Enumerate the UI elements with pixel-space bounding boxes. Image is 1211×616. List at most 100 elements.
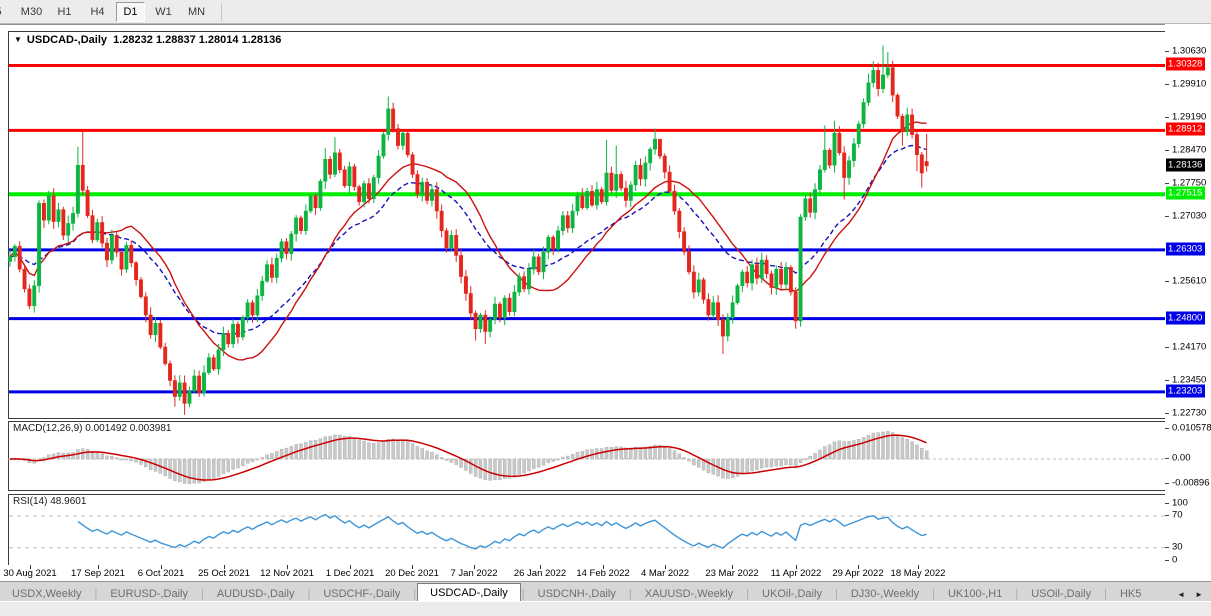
status-bar (0, 601, 1211, 616)
tab-separator: | (307, 588, 311, 600)
rsi-title: RSI(14) 48.9601 (13, 496, 86, 507)
chart-tab-usdchf-daily[interactable]: USDCHF-,Daily (311, 585, 412, 602)
chart-tab-usdx-weekly[interactable]: USDX,Weekly (0, 585, 93, 602)
level-price-badge: 1.23203 (1166, 384, 1206, 398)
timeframe-toolbar: 5M30H1H4D1W1MN (0, 0, 1211, 24)
timeframe-button-w1[interactable]: W1 (149, 2, 178, 22)
price-axis: 1.30630 1.29910 1.29190 1.28470 1.27750 1.270… (1165, 24, 1211, 581)
chart-tab-audusd-daily[interactable]: AUDUSD-,Daily (205, 585, 307, 602)
chart-tab-usdcnh-daily[interactable]: USDCNH-,Daily (526, 585, 628, 602)
price-tick-dash (1165, 379, 1169, 381)
macd-axis-label: -0.00896 (1172, 477, 1210, 489)
rsi-axis-label: 70 (1172, 509, 1183, 521)
tab-separator: | (834, 588, 838, 600)
price-tick-label: 1.22730 (1172, 407, 1207, 418)
macd-axis-label: 0.010578 (1172, 422, 1211, 434)
chart-tab-hk5[interactable]: HK5 (1108, 585, 1153, 602)
price-tick-label: 1.24170 (1172, 341, 1207, 353)
price-tick-dash (1165, 346, 1169, 348)
date-label: 17 Sep 2021 (71, 568, 125, 579)
price-tick-label: 1.25610 (1172, 275, 1207, 287)
price-tick-dash (1165, 503, 1169, 504)
date-label: 18 May 2022 (890, 568, 946, 579)
chart-tab-uk100-h1[interactable]: UK100-,H1 (936, 585, 1014, 602)
price-tick-label: 1.29910 (1172, 78, 1207, 90)
macd-axis-label: 0.00 (1172, 452, 1191, 464)
tab-separator: | (94, 588, 98, 600)
tab-separator: | (413, 588, 417, 600)
symbol-dropdown-icon[interactable]: ▼ (14, 35, 22, 44)
macd-panel[interactable]: MACD(12,26,9) 0.001492 0.003981 (8, 421, 1166, 491)
date-label: 29 Apr 2022 (832, 568, 884, 579)
level-price-badge: 1.26303 (1166, 242, 1206, 256)
tab-separator: | (1015, 588, 1019, 600)
date-label: 23 Mar 2022 (705, 568, 759, 579)
chart-tab-ukoil-daily[interactable]: UKOil-,Daily (750, 585, 834, 602)
tab-separator: | (746, 588, 750, 600)
chart-window: ▼ USDCAD-,Daily 1.28232 1.28837 1.28014 1… (0, 24, 1211, 616)
date-label: 6 Oct 2021 (137, 568, 185, 579)
price-tick-dash (1165, 215, 1169, 217)
price-tick-dash (1165, 182, 1169, 184)
macd-label: MACD(12,26,9) (13, 423, 83, 434)
price-tick-dash (1165, 560, 1169, 561)
price-tick-label: 1.27030 (1172, 210, 1207, 222)
tab-separator: | (521, 588, 525, 600)
price-tick-dash (1165, 83, 1169, 85)
chart-tab-usoil-daily[interactable]: USOil-,Daily (1019, 585, 1103, 602)
date-label: 12 Nov 2021 (260, 568, 314, 579)
price-tick-label: 1.30630 (1172, 45, 1207, 57)
chart-title: ▼ USDCAD-,Daily 1.28232 1.28837 1.28014 1… (14, 34, 281, 46)
rsi-value: 48.9601 (50, 496, 87, 507)
chart-tabs-bar: USDX,Weekly | EURUSD-,Daily | AUDUSD-,Daily |… (0, 581, 1211, 602)
rsi-axis-label: 100 (1172, 497, 1188, 509)
tab-separator: | (200, 588, 204, 600)
price-tick-label: 1.29190 (1172, 111, 1207, 123)
rsi-panel[interactable]: RSI(14) 48.9601 (8, 494, 1166, 566)
timeframe-button-mn[interactable]: MN (182, 2, 211, 22)
date-label: 25 Oct 2021 (198, 568, 250, 579)
rsi-axis-label: 0 (1172, 554, 1178, 566)
tab-separator: | (932, 588, 935, 600)
level-price-badge: 1.28912 (1166, 122, 1206, 136)
chart-tab-usdcad-daily[interactable]: USDCAD-,Daily (417, 583, 521, 602)
date-label: 20 Dec 2021 (385, 568, 439, 579)
price-tick-dash (1165, 458, 1169, 459)
date-label: 30 Aug 2021 (3, 568, 57, 579)
date-label: 26 Jan 2022 (513, 568, 567, 579)
toolbar-separator (221, 2, 222, 21)
tab-scroll-right-icon[interactable]: ► (1195, 590, 1203, 599)
chart-tab-xauusd-weekly[interactable]: XAUUSD-,Weekly (633, 585, 745, 602)
chart-symbol-label: USDCAD-,Daily (26, 34, 107, 46)
timeframe-button-h1[interactable]: H1 (50, 2, 79, 22)
timeframe-button-5[interactable]: 5 (0, 2, 13, 22)
macd-title: MACD(12,26,9) 0.001492 0.003981 (13, 423, 171, 434)
date-label: 7 Jan 2022 (450, 568, 498, 579)
trading-terminal: 5M30H1H4D1W1MN ▼ USDCAD-,Daily 1.28232 1.… (0, 0, 1211, 616)
price-tick-dash (1165, 515, 1169, 516)
chart-tab-eurusd-daily[interactable]: EURUSD-,Daily (98, 585, 200, 602)
price-tick-dash (1165, 428, 1169, 429)
price-tick-dash (1165, 149, 1169, 151)
timeframe-button-d1[interactable]: D1 (116, 1, 145, 22)
level-price-badge: 1.30328 (1166, 57, 1206, 71)
timeframe-button-h4[interactable]: H4 (83, 2, 112, 22)
date-label: 1 Dec 2021 (325, 568, 375, 579)
price-tick-dash (1165, 116, 1169, 118)
date-label: 4 Mar 2022 (640, 568, 690, 579)
price-tick-dash (1165, 483, 1169, 484)
tab-scroll-left-icon[interactable]: ◄ (1177, 590, 1185, 599)
price-tick-dash (1165, 412, 1169, 414)
price-tick-dash (1165, 547, 1169, 548)
timeframe-button-m30[interactable]: M30 (17, 2, 46, 22)
chart-ohlc-values: 1.28232 1.28837 1.28014 1.28136 (113, 34, 282, 46)
date-label: 11 Apr 2022 (770, 568, 822, 579)
date-label: 14 Feb 2022 (576, 568, 630, 579)
chart-tab-dj30-weekly[interactable]: DJ30-,Weekly (839, 585, 931, 602)
rsi-axis-label: 30 (1172, 541, 1183, 553)
price-tick-label: 1.28470 (1172, 144, 1207, 156)
tab-separator: | (1104, 588, 1107, 600)
date-axis: 30 Aug 2021 17 Sep 2021 6 Oct 2021 25 Oct 2… (0, 565, 1165, 581)
rsi-label: RSI(14) (13, 496, 48, 507)
main-chart-plot[interactable]: ▼ USDCAD-,Daily 1.28232 1.28837 1.28014 1… (8, 31, 1166, 419)
